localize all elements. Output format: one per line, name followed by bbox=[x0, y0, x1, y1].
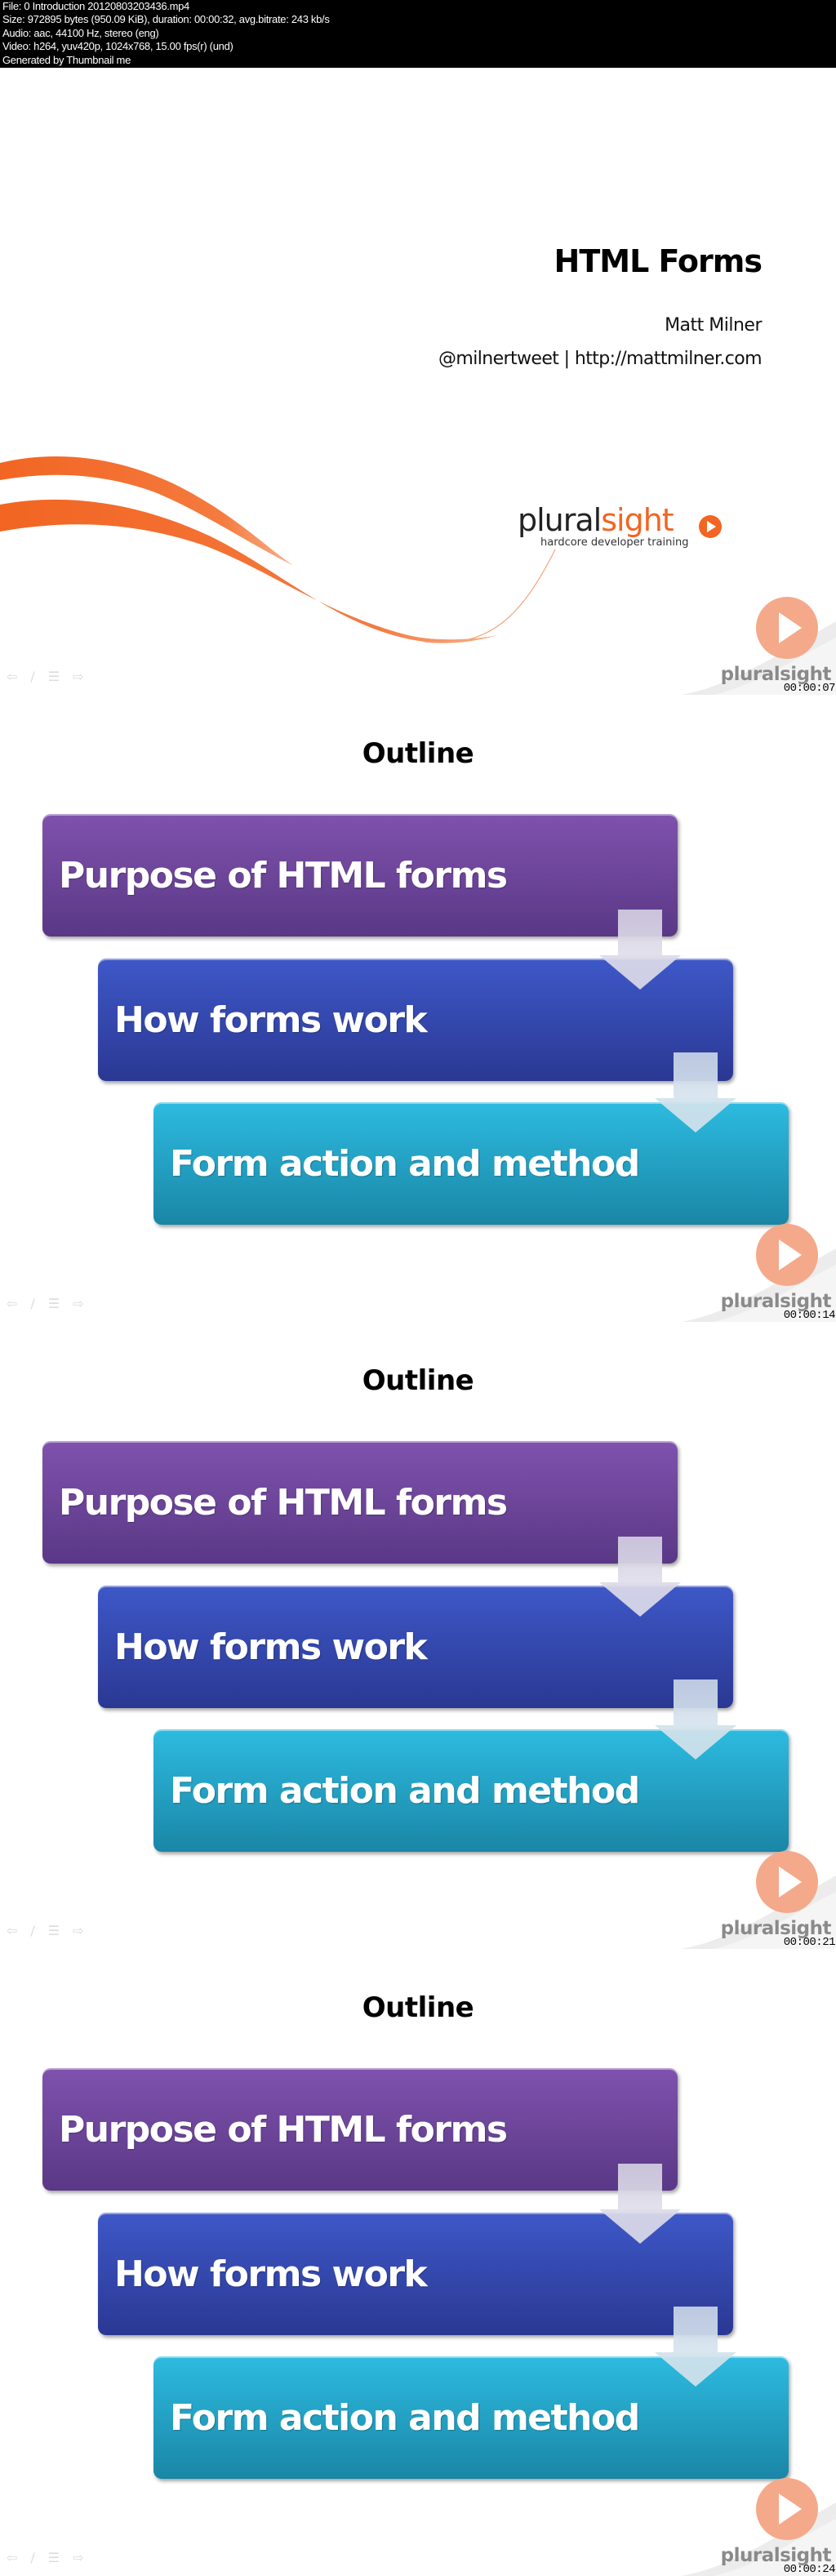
author-contact: @milnertweet | http://mattmilner.com bbox=[438, 349, 763, 369]
menu-icon[interactable]: ☰ bbox=[48, 1297, 60, 1310]
menu-icon[interactable]: ☰ bbox=[48, 2552, 60, 2565]
orange-swoosh-graphic bbox=[0, 456, 556, 643]
pen-icon[interactable]: ∕ bbox=[30, 2552, 34, 2565]
outline-title: Outline bbox=[362, 1991, 474, 2024]
play-icon bbox=[756, 2478, 818, 2540]
logo-wordmark: pluralsight bbox=[518, 504, 674, 536]
down-arrow-icon bbox=[599, 1537, 681, 1617]
slide-nav-controls: ⇦ ∕ ☰ ⇨ bbox=[7, 2552, 84, 2565]
meta-generator-line: Generated by Thumbnail me bbox=[2, 53, 131, 66]
outline-item-label: Purpose of HTML forms bbox=[59, 854, 508, 896]
play-icon bbox=[756, 597, 818, 659]
corner-branding: pluralsight 00:00:24 bbox=[681, 2462, 836, 2576]
next-arrow-icon[interactable]: ⇨ bbox=[73, 1297, 83, 1310]
play-icon bbox=[756, 1224, 818, 1286]
slide-nav-controls: ⇦ ∕ ☰ ⇨ bbox=[7, 1924, 84, 1938]
previous-arrow-icon[interactable]: ⇦ bbox=[7, 1924, 17, 1938]
play-icon bbox=[756, 1851, 818, 1913]
outline-slide-thumbnail: Outline Purpose of HTML forms How forms … bbox=[0, 1949, 836, 2576]
outline-item-label: Form action and method bbox=[170, 1769, 640, 1812]
logo-sight: sight bbox=[601, 502, 674, 538]
pen-icon[interactable]: ∕ bbox=[30, 1924, 34, 1938]
previous-arrow-icon[interactable]: ⇦ bbox=[7, 1297, 17, 1310]
outline-slide-thumbnail: Outline Purpose of HTML forms How forms … bbox=[0, 695, 836, 1322]
menu-icon[interactable]: ☰ bbox=[48, 1924, 60, 1938]
outline-item-label: How forms work bbox=[114, 999, 428, 1041]
pen-icon[interactable]: ∕ bbox=[30, 670, 34, 683]
meta-file-line: File: 0 Introduction 20120803203436.mp4 bbox=[2, 0, 189, 12]
down-arrow-icon bbox=[599, 910, 681, 990]
next-arrow-icon[interactable]: ⇨ bbox=[73, 1924, 83, 1938]
corner-branding: pluralsight 00:00:21 bbox=[681, 1835, 836, 1949]
outline-item-label: How forms work bbox=[114, 1626, 428, 1668]
author-name: Matt Milner bbox=[665, 315, 762, 336]
down-arrow-icon bbox=[655, 1680, 736, 1760]
meta-size-line: Size: 972895 bytes (950.09 KiB), duratio… bbox=[2, 13, 330, 26]
outline-item-purpose: Purpose of HTML forms bbox=[42, 2068, 678, 2191]
previous-arrow-icon[interactable]: ⇦ bbox=[7, 670, 17, 683]
previous-arrow-icon[interactable]: ⇦ bbox=[7, 2552, 17, 2565]
timestamp: 00:00:24 bbox=[783, 2563, 836, 2576]
timestamp: 00:00:21 bbox=[783, 1936, 836, 1949]
outline-item-label: Form action and method bbox=[170, 1142, 640, 1185]
video-metadata-header: File: 0 Introduction 20120803203436.mp4 … bbox=[0, 0, 836, 68]
outline-title: Outline bbox=[362, 1364, 474, 1397]
outline-item-label: How forms work bbox=[114, 2253, 428, 2295]
slide-nav-controls: ⇦ ∕ ☰ ⇨ bbox=[7, 1297, 84, 1310]
meta-audio-line: Audio: aac, 44100 Hz, stereo (eng) bbox=[2, 26, 159, 39]
corner-branding: pluralsight 00:00:14 bbox=[681, 1208, 836, 1322]
down-arrow-icon bbox=[655, 2307, 736, 2387]
pluralsight-logo: pluralsight hardcore developer training bbox=[518, 504, 730, 553]
menu-icon[interactable]: ☰ bbox=[48, 670, 60, 683]
pen-icon[interactable]: ∕ bbox=[30, 1297, 34, 1310]
outline-item-purpose: Purpose of HTML forms bbox=[42, 1441, 678, 1564]
logo-tagline: hardcore developer training bbox=[540, 536, 689, 549]
outline-title: Outline bbox=[362, 737, 474, 770]
outline-item-label: Purpose of HTML forms bbox=[59, 1481, 508, 1524]
corner-branding: pluralsight 00:00:07 bbox=[681, 581, 836, 695]
logo-plural: plural bbox=[518, 502, 602, 538]
meta-video-line: Video: h264, yuv420p, 1024x768, 15.00 fp… bbox=[2, 40, 233, 53]
outline-slide-thumbnail: Outline Purpose of HTML forms How forms … bbox=[0, 1322, 836, 1949]
timestamp: 00:00:07 bbox=[783, 682, 836, 695]
down-arrow-icon bbox=[599, 2164, 681, 2244]
next-arrow-icon[interactable]: ⇨ bbox=[73, 670, 83, 683]
outline-item-label: Purpose of HTML forms bbox=[59, 2108, 508, 2151]
outline-item-purpose: Purpose of HTML forms bbox=[42, 814, 678, 937]
logo-play-icon bbox=[699, 515, 722, 538]
outline-item-label: Form action and method bbox=[170, 2396, 640, 2439]
next-arrow-icon[interactable]: ⇨ bbox=[73, 2552, 83, 2565]
slide-nav-controls: ⇦ ∕ ☰ ⇨ bbox=[7, 670, 84, 683]
title-slide-thumbnail: HTML Forms Matt Milner @milnertweet | ht… bbox=[0, 68, 836, 695]
down-arrow-icon bbox=[655, 1052, 736, 1132]
slide-title: HTML Forms bbox=[554, 243, 763, 279]
timestamp: 00:00:14 bbox=[783, 1309, 836, 1322]
